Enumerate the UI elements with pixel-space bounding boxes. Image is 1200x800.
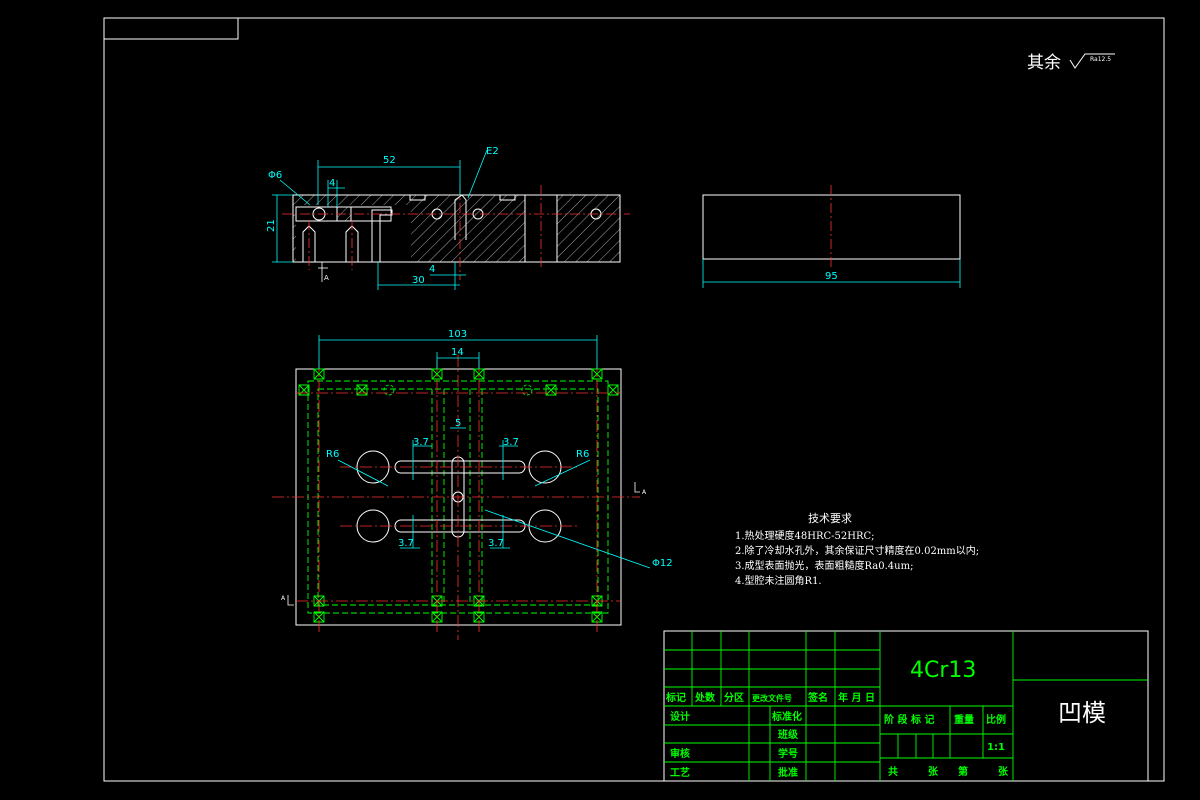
tech-item-1: 1.热处理硬度48HRC-52HRC; (735, 529, 875, 542)
section-label-a-left: A (281, 595, 286, 602)
tech-item-3: 3.成型表面抛光，表面粗糙度Ra0.4um; (735, 559, 913, 572)
dim-phi12: Φ12 (652, 558, 673, 569)
dim-4-bottom: 4 (429, 264, 435, 275)
dim-52: 52 (383, 155, 396, 166)
tb-weight-label: 重量 (954, 713, 974, 726)
roughness-note: 其余 Ra12.5 (1027, 53, 1115, 73)
dim-r6-left: R6 (326, 449, 339, 460)
dim-phi6: Φ6 (268, 170, 282, 181)
dim-95: 95 (825, 271, 838, 282)
guide-pin-marks (298, 368, 619, 623)
roughness-label: 其余 (1027, 53, 1061, 73)
drawing-frame (103, 17, 1165, 782)
tb-part-name: 凹模 (1058, 699, 1106, 727)
dim-e2: E2 (486, 146, 499, 157)
tb-standardization: 标准化 (771, 710, 802, 723)
section-label-a: A (324, 274, 329, 282)
tb-header-count: 处数 (694, 691, 716, 704)
tb-process: 工艺 (670, 766, 690, 779)
dim-4-top: 4 (329, 178, 335, 189)
roughness-value: Ra12.5 (1090, 56, 1111, 63)
tb-header-change-doc: 更改文件号 (752, 693, 792, 703)
tb-sheet-unit-2: 张 (998, 765, 1009, 778)
tech-requirements: 技术要求 1.热处理硬度48HRC-52HRC; 2.除了冷却水孔外，其余保证尺… (735, 512, 979, 587)
tb-review: 审核 (670, 747, 690, 760)
dim-14: 14 (451, 347, 464, 358)
dim-3-7-top-right: 3.7 (503, 437, 519, 448)
dim-r6-right: R6 (576, 449, 589, 460)
tb-approve: 批准 (778, 766, 798, 779)
dim-103: 103 (448, 329, 467, 340)
dim-3-7-bottom-right: 3.7 (488, 538, 504, 549)
tb-sheet-unit-1: 张 (928, 765, 939, 778)
plan-view: 103 14 5 3.7 3.7 3.7 3.7 R6 R6 Φ12 A A (272, 329, 673, 640)
tb-sheet-of: 第 (958, 765, 968, 778)
tb-stage-label: 阶 段 标 记 (884, 713, 934, 726)
dim-21: 21 (266, 219, 277, 232)
tech-requirements-title: 技术要求 (808, 512, 852, 525)
cad-drawing: 其余 Ra12.5 52 4 4 30 21 Φ6 E2 A 95 103 14… (103, 17, 1165, 782)
tb-header-mark: 标记 (665, 691, 686, 704)
side-view: 95 (702, 185, 961, 288)
section-view: 52 4 4 30 21 Φ6 E2 A (266, 146, 630, 290)
dim-30: 30 (412, 275, 425, 286)
title-block: 标记 处数 分区 更改文件号 签名 年 月 日 设计 审核 工艺 标准化 班级 … (663, 630, 1149, 782)
tb-scale-label: 比例 (986, 713, 1006, 726)
dim-3-7-bottom-left: 3.7 (398, 538, 414, 549)
tech-item-2: 2.除了冷却水孔外，其余保证尺寸精度在0.02mm以内; (735, 544, 979, 557)
tech-item-4: 4.型腔未注圆角R1. (735, 574, 822, 587)
tb-sheet-total: 共 (888, 765, 898, 778)
dim-5: 5 (455, 418, 461, 429)
tb-header-sign: 签名 (807, 691, 828, 704)
cavities (356, 450, 562, 543)
tb-scale-value: 1:1 (987, 742, 1005, 753)
tb-header-zone: 分区 (724, 691, 744, 704)
tb-header-date: 年 月 日 (838, 691, 875, 704)
tb-student-id: 学号 (778, 747, 798, 760)
tb-design: 设计 (670, 710, 690, 723)
tb-material: 4Cr13 (910, 658, 976, 683)
section-label-a-right: A (642, 489, 647, 496)
dim-3-7-top-left: 3.7 (413, 437, 429, 448)
tb-class: 班级 (778, 728, 799, 741)
